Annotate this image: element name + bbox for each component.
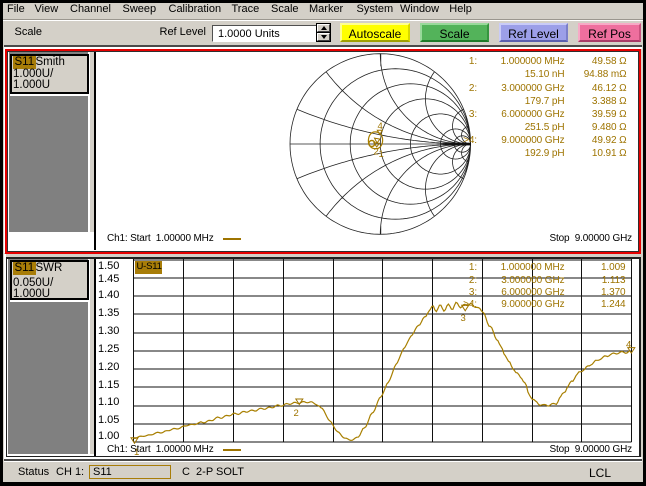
svg-text:4: 4	[626, 339, 631, 350]
svg-text:1: 1	[379, 148, 384, 159]
svg-text:2: 2	[294, 407, 299, 418]
svg-text:3: 3	[461, 312, 466, 323]
